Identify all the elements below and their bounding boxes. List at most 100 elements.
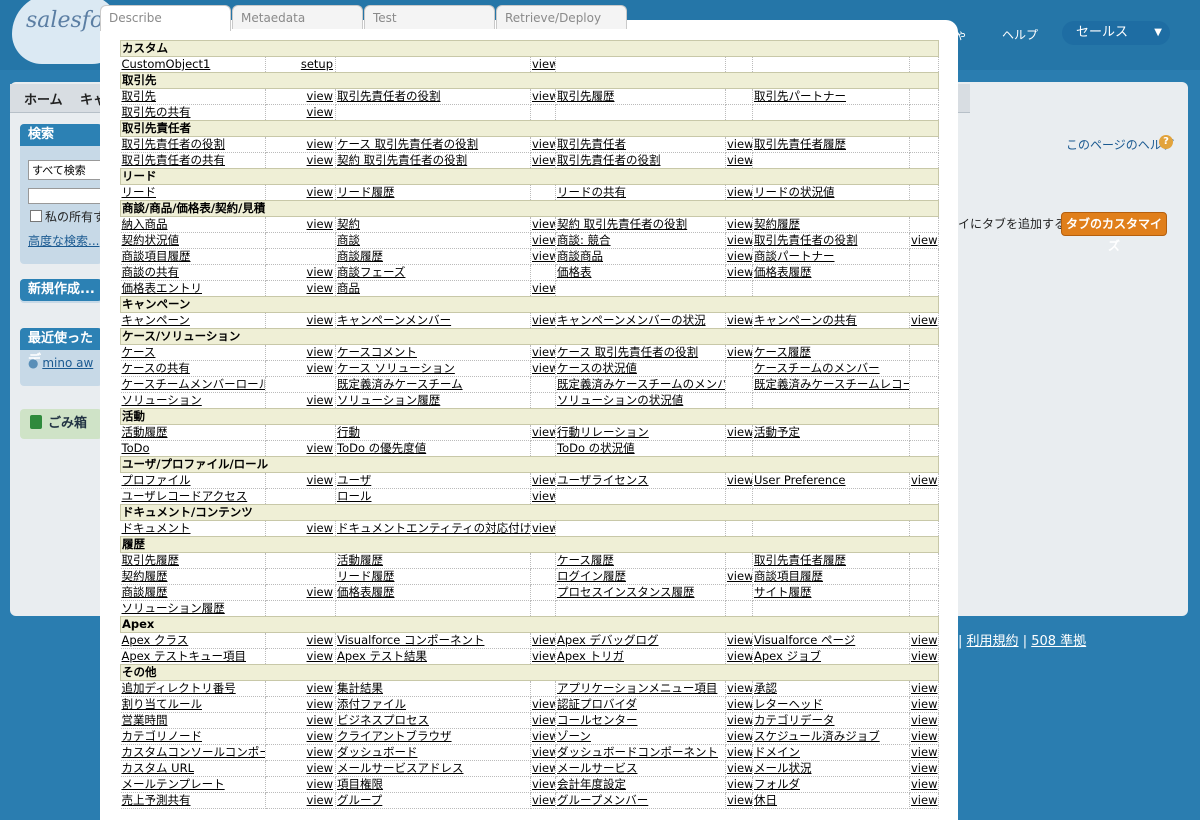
view-link[interactable]: view [265, 344, 336, 361]
object-link[interactable]: 商談パートナー [752, 248, 910, 265]
object-link[interactable]: ゾーン [555, 728, 726, 745]
object-link[interactable]: リードの状況値 [752, 184, 910, 201]
view-link[interactable]: view [530, 776, 556, 793]
view-link[interactable]: view [265, 472, 336, 489]
view-link[interactable]: view [265, 152, 336, 169]
view-link[interactable]: view [530, 360, 556, 377]
trash-link[interactable]: ごみ箱 [20, 409, 102, 439]
view-link[interactable]: view [725, 184, 753, 201]
object-link[interactable]: Apex ジョブ [752, 648, 910, 665]
tab-test[interactable]: Test [364, 5, 495, 29]
view-link[interactable]: view [909, 792, 939, 809]
new-create-box[interactable]: 新規作成... [20, 279, 102, 303]
object-link[interactable]: Visualforce コンポーネント [335, 632, 531, 649]
view-link[interactable]: view [265, 760, 336, 777]
object-link[interactable]: 取引先責任者の共有 [120, 152, 266, 169]
object-link[interactable]: ロール [335, 488, 531, 505]
object-link[interactable]: メール状況 [752, 760, 910, 777]
view-link[interactable]: view [909, 648, 939, 665]
object-link[interactable]: ドキュメント [120, 520, 266, 537]
object-link[interactable]: ダッシュボードコンポーネント [555, 744, 726, 761]
tab-home[interactable]: ホーム [24, 89, 63, 108]
view-link[interactable]: view [265, 104, 336, 121]
mine-only-checkbox[interactable]: 私の所有す [30, 208, 105, 225]
object-link[interactable]: 納入商品 [120, 216, 266, 233]
view-link[interactable]: view [530, 696, 556, 713]
object-link[interactable]: キャンペーンメンバーの状況 [555, 312, 726, 329]
tab-describe[interactable]: Describe [100, 5, 231, 31]
object-link[interactable]: ケースチームのメンバー [752, 360, 910, 377]
object-link[interactable]: クライアントブラウザ [335, 728, 531, 745]
view-link[interactable]: view [725, 232, 753, 249]
footer-terms-link[interactable]: 利用規約 [967, 634, 1019, 649]
customize-tabs-button[interactable]: タブのカスタマイズ [1061, 212, 1167, 253]
view-link[interactable]: view [265, 440, 336, 457]
view-link[interactable]: view [725, 712, 753, 729]
object-link[interactable]: ダッシュボード [335, 744, 531, 761]
view-link[interactable]: view [725, 568, 753, 585]
view-link[interactable]: view [265, 696, 336, 713]
view-link[interactable]: view [265, 776, 336, 793]
view-link[interactable]: view [265, 312, 336, 329]
object-link[interactable]: 契約状況値 [120, 232, 266, 249]
object-link[interactable]: 取引先責任者履歴 [752, 552, 910, 569]
view-link[interactable]: view [530, 216, 556, 233]
object-link[interactable]: サイト履歴 [752, 584, 910, 601]
object-link[interactable]: 認証プロバイダ [555, 696, 726, 713]
view-link[interactable]: view [530, 280, 556, 297]
tab-retrieve-deploy[interactable]: Retrieve/Deploy [496, 5, 627, 29]
view-link[interactable]: view [530, 472, 556, 489]
view-link[interactable]: view [265, 184, 336, 201]
object-link[interactable]: 契約履歴 [120, 568, 266, 585]
view-link[interactable]: view [530, 152, 556, 169]
nav-help[interactable]: ヘルプ [1002, 26, 1038, 43]
object-link[interactable]: 取引先履歴 [555, 88, 726, 105]
view-link[interactable]: view [725, 344, 753, 361]
object-link[interactable]: 契約 取引先責任者の役割 [555, 216, 726, 233]
view-link[interactable]: view [725, 632, 753, 649]
object-link[interactable]: プロファイル [120, 472, 266, 489]
object-link[interactable]: ソリューション [120, 392, 266, 409]
object-link[interactable]: リード [120, 184, 266, 201]
view-link[interactable]: view [265, 520, 336, 537]
view-link[interactable]: view [909, 312, 939, 329]
object-link[interactable]: 商談履歴 [335, 248, 531, 265]
object-link[interactable]: グループ [335, 792, 531, 809]
object-link[interactable]: カテゴリノード [120, 728, 266, 745]
view-link[interactable]: view [265, 392, 336, 409]
view-link[interactable]: view [530, 728, 556, 745]
object-link[interactable]: ドメイン [752, 744, 910, 761]
object-link[interactable]: ユーザ [335, 472, 531, 489]
object-link[interactable]: 活動履歴 [335, 552, 531, 569]
object-link[interactable]: 行動 [335, 424, 531, 441]
object-link[interactable]: ケース 取引先責任者の役割 [335, 136, 531, 153]
view-link[interactable]: view [725, 216, 753, 233]
footer-508-link[interactable]: 508 準拠 [1031, 634, 1086, 649]
object-link[interactable]: 取引先責任者 [555, 136, 726, 153]
view-link[interactable]: view [725, 776, 753, 793]
view-link[interactable]: view [530, 312, 556, 329]
object-link[interactable]: 割り当てルール [120, 696, 266, 713]
help-icon[interactable]: ? [1159, 135, 1173, 149]
view-link[interactable]: view [909, 760, 939, 777]
view-link[interactable]: view [909, 744, 939, 761]
object-link[interactable]: Apex クラス [120, 632, 266, 649]
object-link[interactable]: 追加ディレクトリ番号 [120, 680, 266, 697]
view-link[interactable]: view [725, 760, 753, 777]
object-link[interactable]: 休日 [752, 792, 910, 809]
object-link[interactable]: アプリケーションメニュー項目 [555, 680, 726, 697]
object-link[interactable]: キャンペーン [120, 312, 266, 329]
view-link[interactable]: view [530, 632, 556, 649]
object-link[interactable]: 商談: 競合 [555, 232, 726, 249]
object-link[interactable]: ケースチームメンバーロール [120, 376, 266, 393]
view-link[interactable]: view [265, 280, 336, 297]
object-link[interactable]: リードの共有 [555, 184, 726, 201]
object-link[interactable]: リード履歴 [335, 568, 531, 585]
object-link[interactable]: 商談項目履歴 [120, 248, 266, 265]
object-link[interactable]: ケース ソリューション [335, 360, 531, 377]
object-link[interactable]: レターヘッド [752, 696, 910, 713]
object-link[interactable]: 価格表エントリ [120, 280, 266, 297]
view-link[interactable]: view [265, 632, 336, 649]
view-link[interactable]: view [265, 728, 336, 745]
view-link[interactable]: view [530, 248, 556, 265]
